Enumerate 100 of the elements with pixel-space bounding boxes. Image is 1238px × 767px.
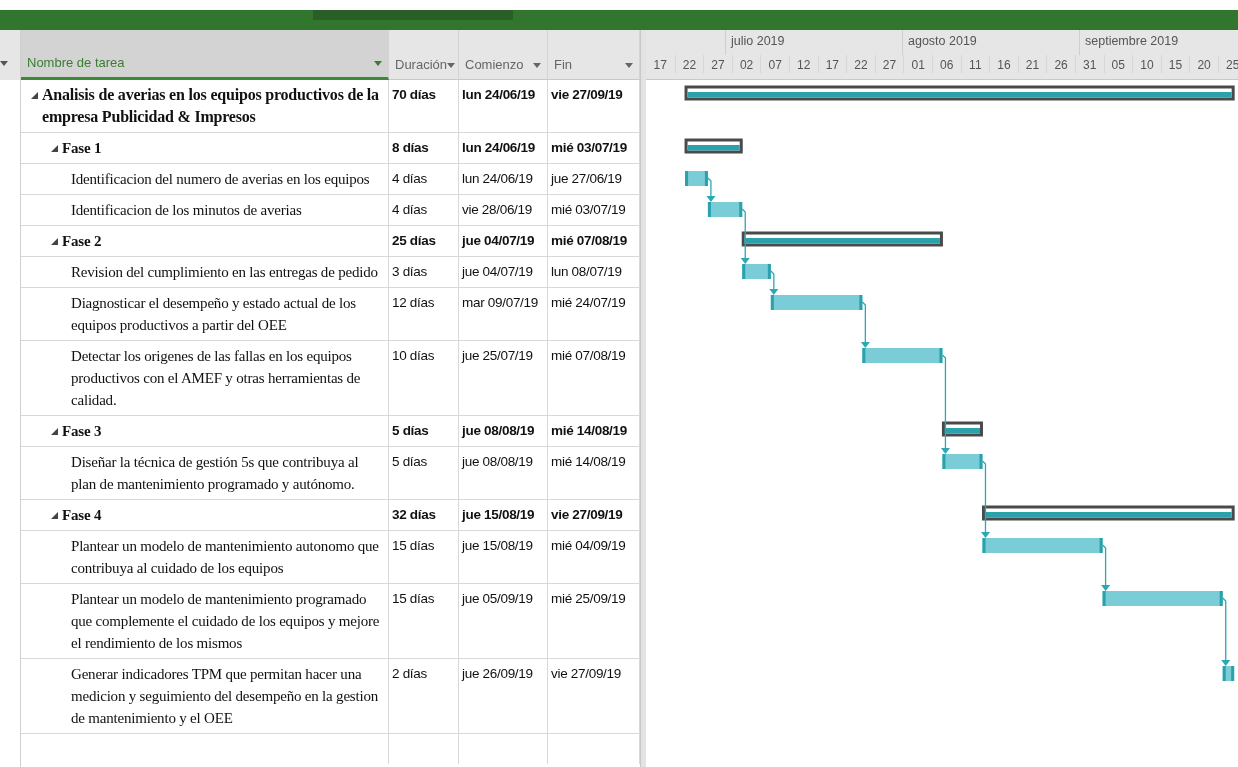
task-name: Diagnosticar el desempeño y estado actual de los equipos productivos a partir del OEE bbox=[71, 294, 357, 335]
start-date-cell: jue 25/07/19 bbox=[462, 348, 533, 363]
timescale-day: 22 bbox=[846, 55, 875, 73]
finish-date-cell: mié 03/07/19 bbox=[551, 140, 627, 155]
task-name: Fase 4 bbox=[62, 506, 102, 525]
finish-date-cell: vie 27/09/19 bbox=[551, 666, 621, 681]
start-date-cell: jue 08/08/19 bbox=[462, 423, 535, 438]
caret-icon[interactable] bbox=[625, 63, 633, 68]
link-arrow bbox=[769, 270, 779, 295]
timescale-day: 21 bbox=[1017, 55, 1047, 73]
caret-icon[interactable] bbox=[0, 61, 8, 66]
timescale-day: 17 bbox=[646, 55, 675, 73]
link-arrow bbox=[1101, 544, 1111, 591]
start-date-cell: mar 09/07/19 bbox=[462, 295, 538, 310]
timescale-day: 15 bbox=[1160, 55, 1190, 73]
timescale-day: 27 bbox=[703, 55, 732, 73]
column-header[interactable]: Nombre de tarea bbox=[21, 30, 389, 80]
task-name: Fase 1 bbox=[62, 139, 102, 158]
finish-date-cell: vie 27/09/19 bbox=[551, 87, 623, 102]
task-bar[interactable] bbox=[1222, 666, 1235, 681]
start-date-cell: jue 26/09/19 bbox=[462, 666, 533, 681]
start-date-cell: lun 24/06/19 bbox=[462, 140, 535, 155]
timescale-day: 20 bbox=[1189, 55, 1218, 73]
duration-cell: 4 días bbox=[392, 171, 427, 186]
task-name: Diseñar la técnica de gestión 5s que contribuya al plan de mantenimiento programado y autónomo. bbox=[71, 453, 360, 494]
summary-bar[interactable] bbox=[684, 85, 1235, 101]
finish-date-cell: mié 07/08/19 bbox=[551, 233, 627, 248]
duration-cell: 8 días bbox=[392, 140, 429, 155]
timescale-month: agosto 2019 bbox=[902, 30, 1079, 55]
collapse-triangle-icon[interactable] bbox=[51, 428, 58, 435]
link-arrow bbox=[740, 208, 750, 264]
column-header[interactable]: Fin bbox=[548, 30, 640, 80]
task-name: Fase 3 bbox=[62, 422, 102, 441]
timescale-day: 31 bbox=[1074, 55, 1104, 73]
task-name: Analisis de averias en los equipos productivos de la empresa Publicidad & Impresos bbox=[42, 85, 380, 128]
start-date-cell: jue 15/08/19 bbox=[462, 507, 535, 522]
summary-bar[interactable] bbox=[941, 421, 983, 437]
caret-icon[interactable] bbox=[374, 61, 382, 66]
task-name: Plantear un modelo de mantenimiento autonomo que contribuya al cuidado de los equipos bbox=[71, 537, 380, 578]
start-date-cell: lun 24/06/19 bbox=[462, 171, 533, 186]
finish-date-cell: mié 14/08/19 bbox=[551, 423, 627, 438]
timescale-day: 11 bbox=[960, 55, 990, 73]
task-name: Generar indicadores TPM que permitan hacer una medicion y seguimiento del desempeño en la gestion de mantenimiento y el OEE bbox=[71, 665, 379, 728]
finish-date-cell: mié 07/08/19 bbox=[551, 348, 626, 363]
timescale-month: julio 2019 bbox=[725, 30, 902, 55]
collapse-triangle-icon[interactable] bbox=[31, 92, 38, 99]
duration-cell: 4 días bbox=[392, 202, 427, 217]
link-arrow bbox=[860, 301, 870, 348]
collapse-triangle-icon[interactable] bbox=[51, 512, 58, 519]
column-header[interactable]: Comienzo bbox=[459, 30, 548, 80]
caret-icon[interactable] bbox=[447, 63, 456, 68]
duration-cell: 32 días bbox=[392, 507, 436, 522]
timescale-day: 05 bbox=[1103, 55, 1133, 73]
finish-date-cell: mié 04/09/19 bbox=[551, 538, 626, 553]
start-date-cell: lun 24/06/19 bbox=[462, 87, 535, 102]
finish-date-cell: mié 25/09/19 bbox=[551, 591, 626, 606]
duration-cell: 25 días bbox=[392, 233, 436, 248]
summary-bar[interactable] bbox=[982, 505, 1235, 521]
duration-cell: 2 días bbox=[392, 666, 427, 681]
timescale-day: 26 bbox=[1046, 55, 1075, 73]
finish-date-cell: mié 03/07/19 bbox=[551, 202, 626, 217]
task-name: Plantear un modelo de mantenimiento programado que complemente el cuidado de los equipos y mejore el rendimiento de los mismos bbox=[71, 590, 381, 653]
finish-date-cell: jue 27/06/19 bbox=[551, 171, 622, 186]
duration-cell: 5 días bbox=[392, 423, 429, 438]
start-date-cell: jue 15/08/19 bbox=[462, 538, 533, 553]
start-date-cell: vie 28/06/19 bbox=[462, 202, 532, 217]
finish-date-cell: mié 14/08/19 bbox=[551, 454, 626, 469]
timescale-day: 01 bbox=[903, 55, 932, 73]
timescale-month: septiembre 2019 bbox=[1079, 30, 1238, 55]
duration-cell: 10 días bbox=[392, 348, 435, 363]
task-bar[interactable] bbox=[707, 202, 743, 217]
collapse-triangle-icon[interactable] bbox=[51, 145, 58, 152]
task-name: Identificacion del numero de averias en los equipos bbox=[71, 170, 370, 189]
column-header[interactable]: Duración bbox=[389, 30, 459, 80]
collapse-triangle-icon[interactable] bbox=[51, 238, 58, 245]
timescale-day: 10 bbox=[1132, 55, 1161, 73]
timescale-day: 02 bbox=[731, 55, 761, 73]
timescale-day: 25 bbox=[1217, 55, 1238, 73]
summary-bar[interactable] bbox=[684, 138, 743, 154]
timescale-day: 16 bbox=[989, 55, 1018, 73]
finish-date-cell: vie 27/09/19 bbox=[551, 507, 623, 522]
link-arrow bbox=[706, 177, 716, 202]
timescale-day: 17 bbox=[817, 55, 847, 73]
task-name: Detectar los origenes de las fallas en los equipos productivos con el AMEF y otras herramientas de calidad. bbox=[71, 347, 362, 410]
task-name: Revision del cumplimiento en las entregas de pedido bbox=[71, 263, 378, 282]
duration-cell: 15 días bbox=[392, 538, 435, 553]
start-date-cell: jue 04/07/19 bbox=[462, 264, 533, 279]
duration-cell: 70 días bbox=[392, 87, 436, 102]
finish-date-cell: mié 24/07/19 bbox=[551, 295, 626, 310]
link-arrow bbox=[1221, 597, 1231, 666]
finish-date-cell: lun 08/07/19 bbox=[551, 264, 622, 279]
start-date-cell: jue 05/09/19 bbox=[462, 591, 533, 606]
summary-bar[interactable] bbox=[741, 231, 943, 247]
timescale-day: 07 bbox=[760, 55, 789, 73]
timescale-day: 27 bbox=[874, 55, 904, 73]
task-name: Identificacion de los minutos de averias bbox=[71, 201, 302, 220]
duration-cell: 15 días bbox=[392, 591, 435, 606]
duration-cell: 3 días bbox=[392, 264, 427, 279]
timescale-day: 22 bbox=[674, 55, 704, 73]
caret-icon[interactable] bbox=[533, 63, 541, 68]
